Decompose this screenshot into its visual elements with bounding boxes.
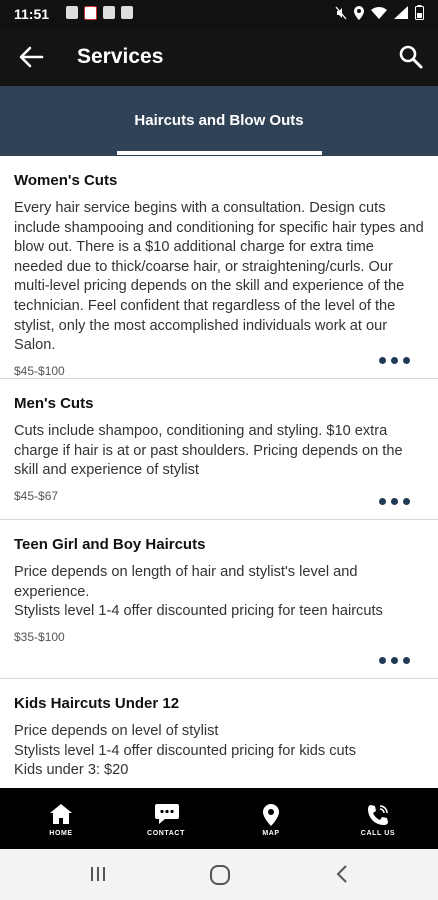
- nav-map[interactable]: MAP: [231, 788, 311, 849]
- service-card[interactable]: Men's Cuts Cuts include shampoo, conditi…: [0, 379, 438, 520]
- map-pin-icon: [263, 804, 279, 826]
- service-name: Teen Girl and Boy Haircuts: [14, 536, 206, 553]
- status-bar: 11:51: [0, 0, 438, 28]
- signal-icon: [394, 6, 408, 19]
- service-name: Kids Haircuts Under 12: [14, 695, 180, 712]
- wifi-icon: [371, 7, 387, 19]
- service-description: Price depends on level of stylist Stylis…: [14, 722, 424, 781]
- system-navigation-bar: [0, 849, 438, 900]
- service-card[interactable]: Women's Cuts Every hair service begins w…: [0, 156, 438, 379]
- service-card[interactable]: Kids Haircuts Under 12 Price depends on …: [0, 679, 438, 788]
- app-bar: Services: [0, 28, 438, 86]
- service-name: Men's Cuts: [14, 395, 94, 412]
- more-options-button[interactable]: [379, 498, 410, 505]
- more-options-button[interactable]: [379, 657, 410, 664]
- phone-icon: [368, 805, 388, 825]
- home-icon: [50, 804, 72, 824]
- system-status-icons: [335, 5, 424, 20]
- bottom-navigation: HOME CONTACT MAP CALL US: [0, 788, 438, 849]
- description-line: Stylists level 1-4 offer discounted pric…: [14, 603, 383, 620]
- image-notification-icon: [103, 6, 115, 19]
- location-icon: [354, 5, 364, 20]
- mute-icon: [335, 6, 347, 19]
- status-time: 11:51: [14, 6, 50, 22]
- nav-home[interactable]: HOME: [21, 788, 101, 849]
- notification-icon: [84, 6, 97, 20]
- nav-label: HOME: [49, 830, 73, 837]
- service-description: Price depends on length of hair and styl…: [14, 563, 424, 622]
- nav-label: MAP: [262, 830, 280, 837]
- tab-bar: Haircuts and Blow Outs: [0, 86, 438, 156]
- service-description: Cuts include shampoo, conditioning and s…: [14, 423, 403, 479]
- service-card[interactable]: Teen Girl and Boy Haircuts Price depends…: [0, 520, 438, 679]
- more-options-button[interactable]: [379, 357, 410, 364]
- tab-haircuts-blow-outs[interactable]: Haircuts and Blow Outs: [0, 86, 438, 156]
- chat-icon: [155, 804, 179, 824]
- services-list[interactable]: Women's Cuts Every hair service begins w…: [0, 156, 438, 788]
- description-line: Price depends on level of stylist: [14, 723, 219, 739]
- service-price: $45-$67: [14, 488, 59, 503]
- back-button-icon[interactable]: [334, 864, 350, 884]
- notification-icon: [66, 6, 78, 19]
- nav-label: CALL US: [360, 830, 396, 837]
- active-tab-indicator: [117, 151, 322, 155]
- description-line: Kids under 3: $20: [14, 762, 129, 779]
- service-name: Women's Cuts: [14, 172, 118, 189]
- back-arrow-icon[interactable]: [18, 45, 44, 69]
- search-icon[interactable]: [398, 44, 424, 70]
- battery-icon: [415, 5, 424, 20]
- description-line: Stylists level 1-4 offer discounted pric…: [14, 742, 357, 759]
- service-price: $35-$100: [14, 629, 65, 644]
- service-description: Every hair service begins with a consult…: [14, 200, 424, 354]
- home-button-icon[interactable]: [209, 864, 231, 886]
- nav-label: CONTACT: [147, 830, 185, 837]
- recent-apps-icon[interactable]: [88, 864, 108, 884]
- nav-contact[interactable]: CONTACT: [126, 788, 206, 849]
- nav-call-us[interactable]: CALL US: [338, 788, 418, 849]
- notification-icon: [121, 6, 133, 19]
- page-title: Services: [77, 45, 164, 68]
- description-line: Price depends on length of hair and styl…: [14, 564, 358, 600]
- notification-icons: [66, 6, 133, 20]
